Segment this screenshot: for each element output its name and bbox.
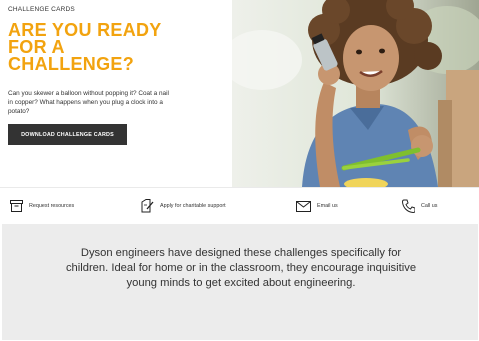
eyebrow-label: CHALLENGE CARDS [8, 6, 75, 13]
hero-section: CHALLENGE CARDS ARE YOU READY FOR A CHAL… [0, 0, 479, 187]
request-resources-link[interactable]: Request resources [10, 197, 74, 215]
apply-charitable-support-link[interactable]: Apply for charitable support [141, 197, 226, 215]
page-title: ARE YOU READY FOR A CHALLENGE? [8, 21, 228, 74]
call-us-link[interactable]: Call us [402, 197, 437, 215]
envelope-icon [296, 200, 311, 212]
download-challenge-cards-button[interactable]: DOWNLOAD CHALLENGE CARDS [8, 124, 127, 145]
hero-photo [232, 0, 479, 187]
description-text: Dyson engineers have designed these chal… [65, 247, 417, 289]
child-experiment-illustration [232, 0, 479, 187]
headline-line-3: CHALLENGE? [8, 54, 134, 74]
call-us-label: Call us [421, 203, 438, 209]
phone-icon [402, 199, 415, 213]
email-us-label: Email us [317, 203, 338, 209]
document-pen-icon [141, 199, 154, 213]
description-panel: Dyson engineers have designed these chal… [2, 224, 478, 340]
hero-text-panel: CHALLENGE CARDS ARE YOU READY FOR A CHAL… [0, 0, 232, 187]
box-icon [10, 200, 23, 212]
utility-bar: Request resources Apply for charitable s… [0, 187, 479, 224]
apply-charitable-support-label: Apply for charitable support [160, 203, 226, 209]
intro-text: Can you skewer a balloon without popping… [8, 90, 169, 115]
request-resources-label: Request resources [29, 203, 75, 209]
email-us-link[interactable]: Email us [296, 197, 338, 215]
